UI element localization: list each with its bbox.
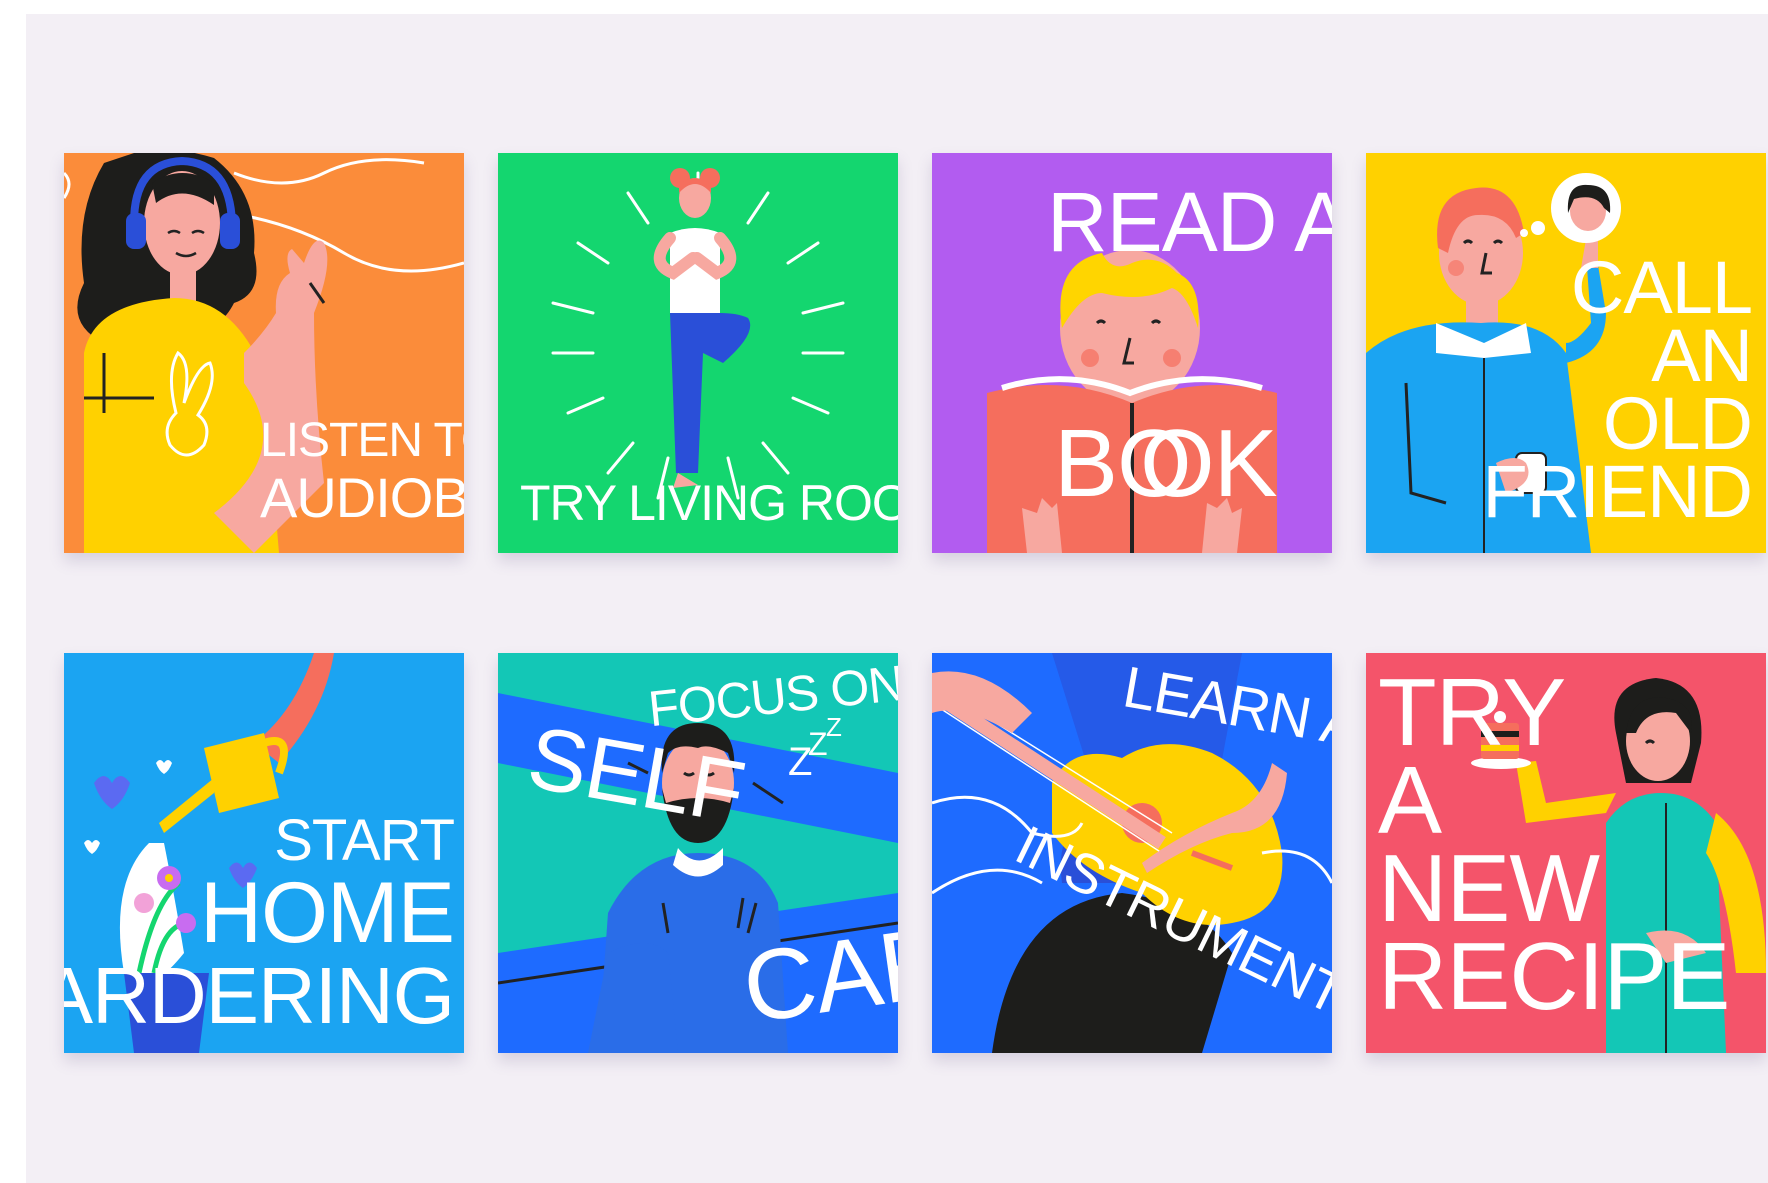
gardening-label-line-3: GARDERING	[64, 951, 455, 1040]
recipe-label-line-2: A	[1378, 747, 1442, 854]
recipe-label-line-1: TRY	[1378, 659, 1566, 766]
card-book[interactable]: READ A BO OK	[932, 153, 1332, 553]
card-selfcare[interactable]: FOCUS ON SELF CARE Z Z Z	[498, 653, 898, 1053]
gardening-label-line-2: HOME	[200, 865, 455, 961]
audiobook-label-line-1: LISTEN TO AN	[260, 414, 464, 467]
recipe-label-line-3: NEW	[1378, 835, 1600, 942]
card-friend[interactable]: CALL AN OLD FRIEND	[1366, 153, 1766, 553]
recipe-label-line-4: RECIPE	[1378, 923, 1730, 1030]
friend-label-line-2: AN	[1651, 314, 1753, 397]
friend-label-line-3: OLD	[1602, 382, 1753, 465]
book-label-line-1: READ A	[1047, 175, 1332, 269]
sticker-board: LISTEN TO AN AUDIOBOOK	[26, 14, 1768, 1183]
gardening-label-line-1: START	[274, 808, 455, 873]
card-gardening[interactable]: START HOME GARDERING	[64, 653, 464, 1053]
card-yoga[interactable]: TRY LIVING ROOM YOGA	[498, 153, 898, 553]
card-recipe[interactable]: TRY A NEW RECIPE	[1366, 653, 1766, 1053]
book-label-line-3: OK	[1140, 410, 1278, 517]
audiobook-label-line-2: AUDIOBOOK	[260, 466, 464, 529]
card-instrument[interactable]: LEARN AN INSTRUMENT	[932, 653, 1332, 1053]
yoga-label: TRY LIVING ROOM YOGA	[520, 475, 898, 531]
card-audiobook[interactable]: LISTEN TO AN AUDIOBOOK	[64, 153, 464, 553]
friend-label-line-4: FRIEND	[1482, 450, 1753, 533]
friend-label-line-1: CALL	[1570, 246, 1753, 329]
